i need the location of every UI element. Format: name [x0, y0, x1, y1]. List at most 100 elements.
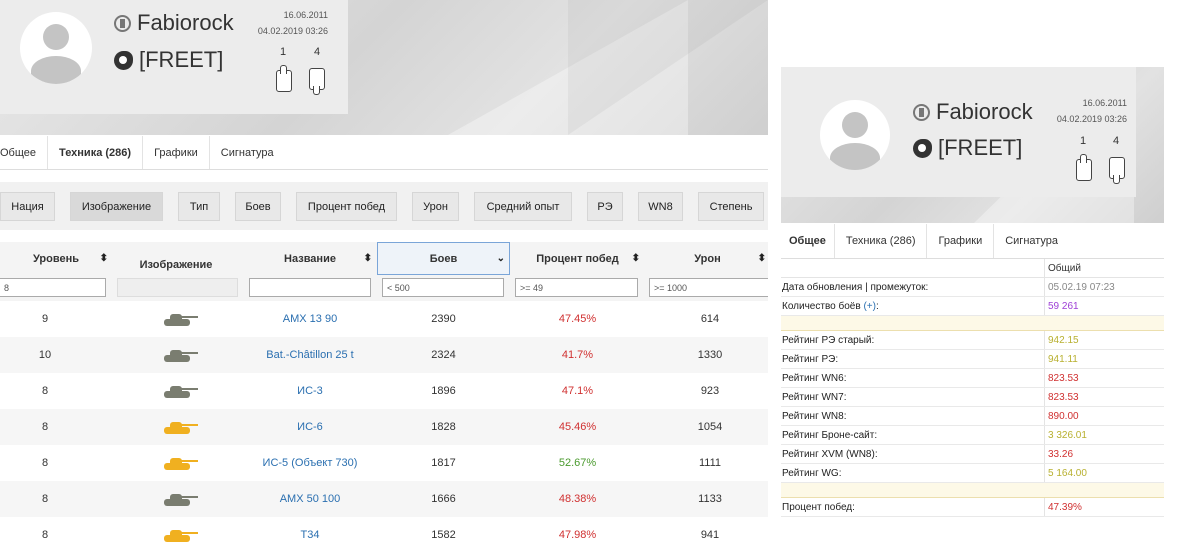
tank-image-icon: [160, 492, 200, 506]
filter-image-button[interactable]: Изображение: [70, 192, 163, 221]
table-row[interactable]: 9 AMX 13 90 2390 47.45% 614: [0, 301, 768, 337]
col-header-damage[interactable]: Урон ⬍: [647, 242, 768, 275]
filter-damage-input[interactable]: >= 1000: [649, 278, 768, 297]
right-rating-votes: 1 4: [1075, 135, 1135, 185]
cell-damage: 941: [700, 529, 720, 541]
right-tab-vehicles[interactable]: Техника (286): [835, 224, 928, 258]
filter-damage-button[interactable]: Урон: [412, 192, 459, 221]
col-header-name[interactable]: Название ⬍: [244, 242, 376, 275]
cell-vehicle-image: [130, 301, 230, 337]
stats-row: Количество боёв (+): 59 261: [781, 297, 1164, 316]
filter-winrate-button[interactable]: Процент побед: [296, 192, 397, 221]
filter-re-button[interactable]: РЭ: [587, 192, 623, 221]
col-header-winrate[interactable]: Процент побед ⬍: [511, 242, 644, 275]
stats-label: Рейтинг WG:: [782, 468, 842, 479]
stats-label: Рейтинг WN6:: [782, 373, 847, 384]
stats-value: 823.53: [1048, 391, 1079, 403]
filter-battles-input[interactable]: < 500: [382, 278, 504, 297]
filter-type-button[interactable]: Тип: [178, 192, 220, 221]
filter-name-input[interactable]: [249, 278, 371, 297]
chevron-down-icon: ⌄: [496, 253, 505, 264]
thumbs-up-icon[interactable]: [1076, 154, 1092, 181]
right-tab-signature[interactable]: Сигнатура: [994, 224, 1069, 258]
filter-battles-button[interactable]: Боев: [235, 192, 281, 221]
tank-image-icon: [160, 456, 200, 470]
cell-vehicle-name[interactable]: AMX 50 100: [244, 481, 376, 517]
cell-battles: 1582: [431, 529, 456, 541]
col-header-damage-label: Урон: [694, 252, 721, 265]
cell-vehicle-name[interactable]: AMX 13 90: [244, 301, 376, 337]
stats-label: Рейтинг РЭ старый:: [782, 335, 874, 346]
table-row[interactable]: 8 ИС-6 1828 45.46% 1054: [0, 409, 768, 445]
cell-level: 8: [41, 529, 49, 541]
filter-avg-xp-button[interactable]: Средний опыт: [474, 192, 572, 221]
right-clan-tag[interactable]: [FREET]: [913, 135, 1022, 161]
tank-image-icon: [160, 528, 200, 542]
left-tabs: Общее Техника (286) Графики Сигнатура: [0, 136, 768, 170]
stats-label-text: Рейтинг WN7:: [782, 391, 847, 403]
cell-level: 8: [41, 457, 49, 469]
filter-winrate-input[interactable]: >= 49: [515, 278, 638, 297]
right-likes-count: 1: [1079, 135, 1087, 147]
battles-diff-link[interactable]: (+): [863, 301, 876, 312]
cell-vehicle-image: [130, 445, 230, 481]
col-header-name-label: Название: [284, 252, 336, 265]
stats-label: Рейтинг XVM (WN8):: [782, 449, 878, 460]
cell-damage: 923: [700, 385, 720, 397]
tab-signature[interactable]: Сигнатура: [210, 136, 285, 169]
col-header-image-label: Изображение: [139, 258, 213, 271]
stats-label-text: Рейтинг РЭ старый:: [782, 334, 875, 346]
table-row[interactable]: 8 T34 1582 47.98% 941: [0, 517, 768, 553]
thumbs-up-icon[interactable]: [276, 65, 292, 92]
filter-degree-button[interactable]: Степень: [698, 192, 764, 221]
col-header-battles[interactable]: Боев ⌄: [377, 242, 510, 275]
cell-vehicle-name[interactable]: ИС-5 (Объект 730): [244, 445, 376, 481]
right-tab-general[interactable]: Общее: [781, 224, 835, 258]
stats-label: Рейтинг РЭ:: [782, 354, 838, 365]
likes-count: 1: [279, 46, 287, 58]
cell-vehicle-name[interactable]: Bat.-Châtillon 25 t: [244, 337, 376, 373]
rating-votes: 1 4: [274, 46, 334, 96]
cell-battles: 2390: [431, 313, 456, 325]
filter-image-input: [117, 278, 238, 297]
right-tab-charts[interactable]: Графики: [927, 224, 995, 258]
clan-emblem-icon: [114, 50, 133, 70]
filter-nation-button[interactable]: Нация: [0, 192, 55, 221]
tab-general[interactable]: Общее: [0, 136, 49, 169]
stats-label-text: Рейтинг РЭ:: [782, 353, 839, 365]
cell-battles: 2324: [431, 349, 456, 361]
stats-label-text: Процент побед:: [782, 501, 855, 513]
right-tabs: Общее Техника (286) Графики Сигнатура: [781, 224, 1164, 259]
cell-vehicle-image: [130, 373, 230, 409]
right-dislikes-count: 4: [1112, 135, 1120, 147]
filter-level-input[interactable]: 8: [0, 278, 106, 297]
stats-separator-row: [781, 316, 1164, 331]
col-header-winrate-label: Процент побед: [536, 252, 619, 265]
cell-vehicle-name[interactable]: ИС-3: [244, 373, 376, 409]
cell-vehicle-image: [130, 481, 230, 517]
avatar: [20, 12, 92, 84]
cell-damage: 1133: [698, 493, 722, 505]
cell-vehicle-name[interactable]: T34: [244, 517, 376, 553]
cell-winrate: 45.46%: [558, 421, 597, 433]
table-row[interactable]: 8 AMX 50 100 1666 48.38% 1133: [0, 481, 768, 517]
tab-charts[interactable]: Графики: [143, 136, 210, 169]
table-row[interactable]: 10 Bat.-Châtillon 25 t 2324 41.7% 1330: [0, 337, 768, 373]
filter-wn8-button[interactable]: WN8: [638, 192, 683, 221]
thumbs-down-icon[interactable]: [1109, 157, 1125, 184]
col-header-level[interactable]: Уровень ⬍: [0, 242, 112, 275]
cell-level: 8: [41, 421, 49, 433]
stats-row: Процент побед: 47.39%: [781, 498, 1164, 517]
table-row[interactable]: 8 ИС-5 (Объект 730) 1817 52.67% 1111: [0, 445, 768, 481]
tab-vehicles[interactable]: Техника (286): [48, 136, 144, 169]
column-filter-bar: Нация Изображение Тип Боев Процент побед…: [0, 182, 768, 230]
tank-image-icon: [160, 384, 200, 398]
stats-row: Рейтинг WG: 5 164.00: [781, 464, 1164, 483]
stats-label: Рейтинг Броне-сайт:: [782, 430, 877, 441]
clan-tag[interactable]: [FREET]: [114, 47, 223, 73]
cell-vehicle-name[interactable]: ИС-6: [244, 409, 376, 445]
thumbs-down-icon[interactable]: [309, 68, 325, 95]
right-player-name-text: Fabiorock: [936, 99, 1033, 124]
table-row[interactable]: 8 ИС-3 1896 47.1% 923: [0, 373, 768, 409]
cell-level: 8: [41, 493, 49, 505]
